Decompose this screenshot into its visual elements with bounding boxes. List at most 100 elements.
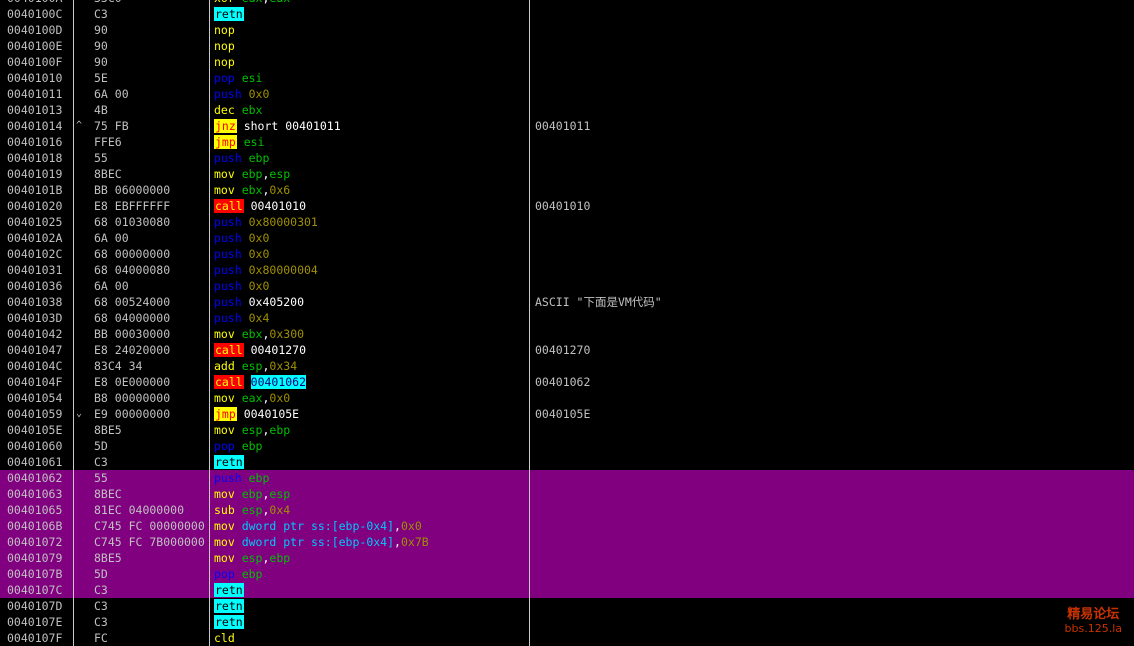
disasm-row[interactable]: 00401042 BB 00030000 mov ebx,0x300 — [0, 326, 1134, 342]
instruction-cell: push 0x0 — [214, 86, 269, 102]
operand: 0x0 — [248, 279, 270, 293]
disasm-row[interactable]: 00401036 6A 00 push 0x0 — [0, 278, 1134, 294]
instruction-cell: push ebp — [214, 470, 269, 486]
operand: 0x7B — [400, 535, 429, 549]
disasm-row[interactable]: 00401072 C745 FC 7B000000 mov dword ptr ss… — [0, 534, 1134, 550]
mnemonic: push — [214, 231, 249, 245]
disasm-row[interactable]: 0040101B BB 06000000 mov ebx,0x6 — [0, 182, 1134, 198]
operand: 0x0 — [269, 391, 291, 405]
instruction-cell: push 0x0 — [214, 230, 269, 246]
disasm-row[interactable]: 0040104F E8 0E000000 call 00401062 00401062 — [0, 374, 1134, 390]
mnemonic: call — [214, 375, 244, 389]
mnemonic: jmp — [214, 407, 237, 421]
operand: short 00401011 — [236, 119, 341, 133]
disasm-row[interactable]: 00401060 5D pop ebp — [0, 438, 1134, 454]
mnemonic: sub — [214, 503, 242, 517]
disasm-row[interactable]: 00401010 5E pop esi — [0, 70, 1134, 86]
disasm-row[interactable]: 00401079 8BE5 mov esp,ebp — [0, 550, 1134, 566]
address-cell: 00401054 — [7, 391, 63, 405]
operand: esi — [236, 135, 265, 149]
mnemonic: jnz — [214, 119, 237, 133]
disasm-row[interactable]: 00401062 55 push ebp — [0, 470, 1134, 486]
disasm-row[interactable]: 0040105E 8BE5 mov esp,ebp — [0, 422, 1134, 438]
mnemonic: push — [214, 295, 249, 309]
operand — [244, 375, 251, 389]
disasm-row[interactable]: 00401013 4B dec ebx — [0, 102, 1134, 118]
mnemonic: mov — [214, 183, 242, 197]
operand: esp — [269, 487, 291, 501]
disasm-row[interactable]: 00401016 FFE6 jmp esi — [0, 134, 1134, 150]
disasm-row[interactable]: 0040107B 5D pop ebp — [0, 566, 1134, 582]
mnemonic: call — [214, 343, 244, 357]
address-cell: 0040102C — [7, 247, 63, 261]
address-cell: 0040104C — [7, 359, 63, 373]
operand: 0x0 — [400, 519, 422, 533]
disasm-row[interactable]: 00401061 C3 retn — [0, 454, 1134, 470]
disasm-row[interactable]: 0040100D 90 nop — [0, 22, 1134, 38]
address-cell: 0040100E — [7, 39, 63, 53]
address-cell: 00401010 — [7, 71, 63, 85]
column-divider-hex[interactable] — [209, 0, 210, 646]
mnemonic: dec — [214, 103, 242, 117]
disasm-row[interactable]: 00401047 E8 24020000 call 00401270 00401270 — [0, 342, 1134, 358]
operand: ebp — [269, 551, 291, 565]
operand: 0x80000004 — [248, 263, 318, 277]
address-cell: 0040107D — [7, 599, 63, 613]
operand: 0x0 — [248, 87, 270, 101]
column-divider-address[interactable] — [73, 0, 74, 646]
hex-dump-cell: 90 — [94, 55, 108, 69]
hex-dump-cell: E8 0E000000 — [94, 375, 171, 389]
disasm-row[interactable]: 00401018 55 push ebp — [0, 150, 1134, 166]
mnemonic: mov — [214, 487, 242, 501]
disasm-row[interactable]: 0040102C 68 00000000 push 0x0 — [0, 246, 1134, 262]
hex-dump-cell: 68 01030080 — [94, 215, 171, 229]
disasm-row[interactable]: 00401059 ⌄ E9 00000000 jmp 0040105E 0040105E — [0, 406, 1134, 422]
instruction-cell: pop ebp — [214, 438, 262, 454]
disassembly-pane[interactable]: 0040100A33C0xor eax,eax0040100CC3retn004… — [0, 0, 1134, 646]
hex-dump-cell: 5D — [94, 567, 108, 581]
address-cell: 00401018 — [7, 151, 63, 165]
disasm-row[interactable]: 0040100F 90 nop — [0, 54, 1134, 70]
disasm-row[interactable]: 0040100C C3 retn — [0, 6, 1134, 22]
disasm-row[interactable]: 0040107E C3 retn — [0, 614, 1134, 630]
disasm-row[interactable]: 00401054 B8 00000000 mov eax,0x0 — [0, 390, 1134, 406]
disasm-row[interactable]: 00401031 68 04000080 push 0x80000004 — [0, 262, 1134, 278]
mnemonic: mov — [214, 423, 242, 437]
hex-dump-cell: 68 04000000 — [94, 311, 171, 325]
disasm-row[interactable]: 0040102A 6A 00 push 0x0 — [0, 230, 1134, 246]
operand: 0x4 — [269, 503, 291, 517]
disasm-row[interactable]: 0040104C 83C4 34 add esp,0x34 — [0, 358, 1134, 374]
disasm-row[interactable]: 0040103D 68 04000000 push 0x4 — [0, 310, 1134, 326]
operand: ebx — [241, 183, 263, 197]
operand: esp — [241, 551, 263, 565]
address-cell: 00401063 — [7, 487, 63, 501]
disasm-row[interactable]: 00401019 8BEC mov ebp,esp — [0, 166, 1134, 182]
hex-dump-cell: C3 — [94, 7, 108, 21]
disasm-row[interactable]: 00401011 6A 00 push 0x0 — [0, 86, 1134, 102]
mnemonic: nop — [214, 55, 235, 69]
disasm-row[interactable]: 0040106B C745 FC 00000000 mov dword ptr ss… — [0, 518, 1134, 534]
disasm-row[interactable]: 00401038 68 00524000 push 0x405200 ASCII "下… — [0, 294, 1134, 310]
disasm-row[interactable]: 0040107F FC cld — [0, 630, 1134, 646]
operand: eax — [241, 391, 263, 405]
disasm-row[interactable]: 0040107C C3 retn — [0, 582, 1134, 598]
hex-dump-cell: 8BEC — [94, 487, 122, 501]
hex-dump-cell: C3 — [94, 599, 108, 613]
mnemonic: pop — [214, 71, 242, 85]
instruction-cell: mov esp,ebp — [214, 550, 290, 566]
disasm-row[interactable]: 0040100E 90 nop — [0, 38, 1134, 54]
disasm-row[interactable]: 00401025 68 01030080 push 0x80000301 — [0, 214, 1134, 230]
disasm-row[interactable]: 00401020 E8 EBFFFFFF call 00401010 00401010 — [0, 198, 1134, 214]
column-divider-disassembly[interactable] — [529, 0, 530, 646]
disasm-row[interactable]: 00401065 81EC 04000000 sub esp,0x4 — [0, 502, 1134, 518]
address-cell: 00401059 — [7, 407, 63, 421]
disasm-row[interactable]: 00401014 ^ 75 FB jnz short 00401011 00401011 — [0, 118, 1134, 134]
disasm-row[interactable]: 00401063 8BEC mov ebp,esp — [0, 486, 1134, 502]
disasm-row[interactable]: 0040107D C3 retn — [0, 598, 1134, 614]
operand: ebp — [248, 151, 270, 165]
mnemonic: mov — [214, 327, 242, 341]
address-cell: 00401025 — [7, 215, 63, 229]
hex-dump-cell: 55 — [94, 471, 108, 485]
address-cell: 0040104F — [7, 375, 63, 389]
mnemonic: retn — [214, 583, 244, 597]
